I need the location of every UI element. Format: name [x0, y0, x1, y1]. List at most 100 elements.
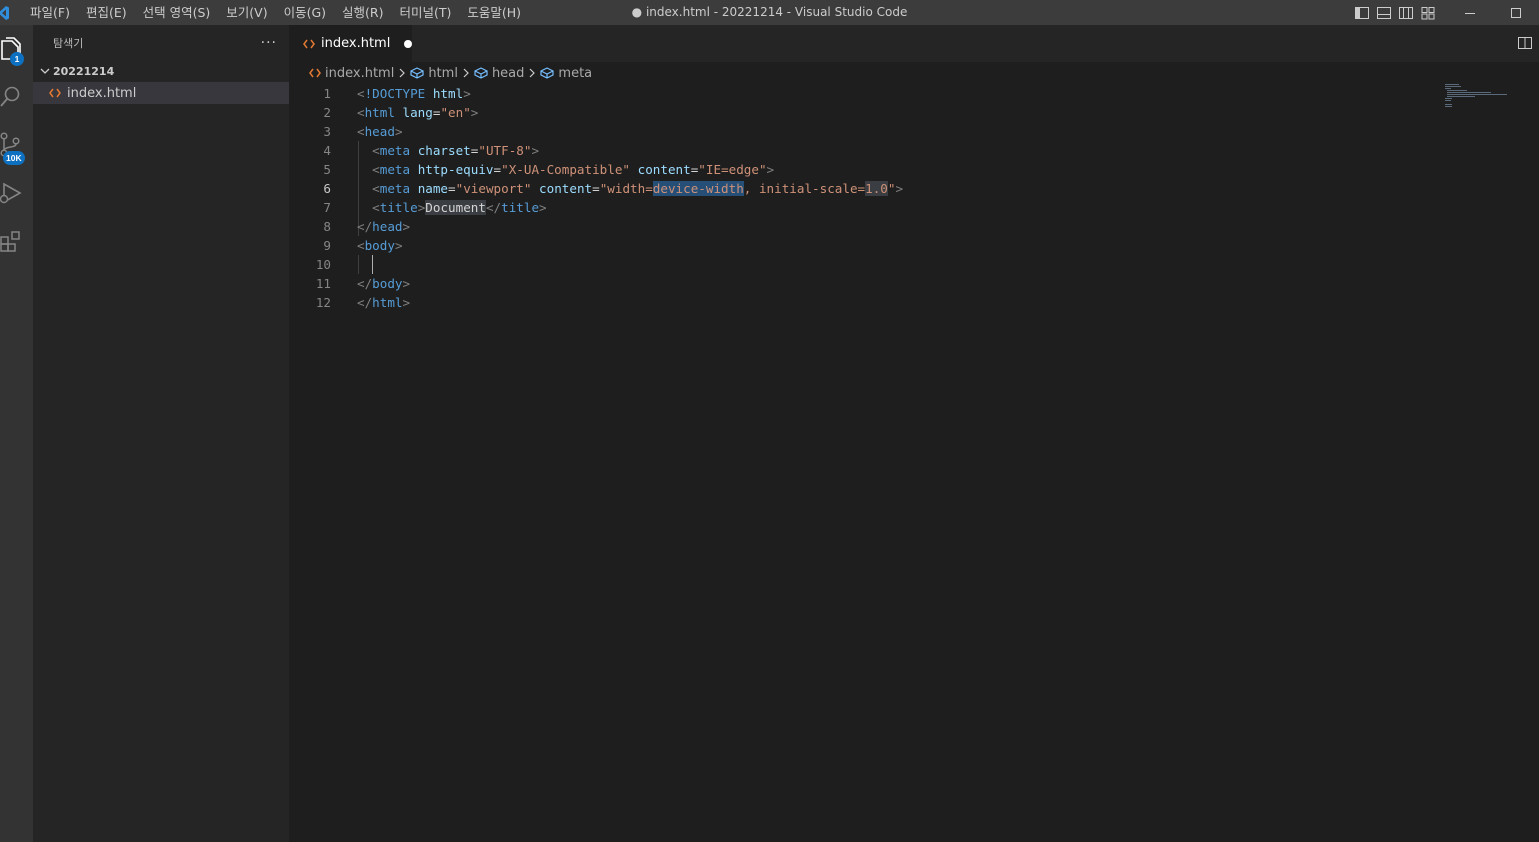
breadcrumb-label: meta — [558, 65, 593, 81]
code-text: <html lang="en"> — [357, 105, 479, 120]
vscode-logo-icon — [0, 5, 12, 21]
code-line[interactable]: 11 </body> — [289, 274, 1429, 293]
minimap[interactable] — [1445, 84, 1525, 124]
maximize-icon[interactable] — [1493, 0, 1539, 25]
sidebar-header: 탐색기 ··· — [33, 25, 289, 60]
breadcrumb-label: head — [491, 65, 525, 81]
symbol-element-icon — [474, 67, 488, 79]
run-debug-icon — [0, 182, 22, 204]
code-text: </html> — [357, 295, 411, 310]
line-number: 2 — [323, 105, 331, 120]
line-number: 4 — [323, 143, 331, 158]
search-icon — [0, 86, 20, 107]
code-line[interactable]: 8 </head> — [289, 217, 1429, 236]
folder-label: 20221214 — [53, 64, 115, 78]
code-line[interactable]: 10 — [289, 255, 1429, 274]
html-file-icon — [49, 88, 67, 98]
code-text: <!DOCTYPE html> — [357, 86, 471, 101]
activity-run-debug[interactable] — [0, 169, 33, 217]
minimize-icon[interactable] — [1447, 0, 1493, 25]
line-number: 12 — [315, 295, 331, 310]
code-text: <meta charset="UTF-8"> — [372, 143, 540, 158]
breadcrumb-file[interactable]: index.html — [309, 66, 394, 81]
code-line[interactable]: 4 <meta charset="UTF-8"> — [289, 141, 1429, 160]
code-editor[interactable]: 1 <!DOCTYPE html> 2 <html lang="en"> 3 <head>… — [289, 84, 1539, 842]
symbol-element-icon — [410, 67, 424, 79]
text-cursor — [372, 255, 373, 274]
code-line[interactable]: 1 <!DOCTYPE html> — [289, 84, 1429, 103]
file-item-index-html[interactable]: index.html — [33, 82, 289, 104]
breadcrumb-meta[interactable]: meta — [540, 66, 592, 81]
toggle-secondary-sidebar-icon[interactable] — [1395, 0, 1417, 25]
title-bar: 파일(F) 편집(E) 선택 영역(S) 보기(V) 이동(G) 실행(R) 터… — [0, 0, 1539, 25]
explorer-sidebar: 탐색기 ··· 20221214 index.html — [33, 25, 289, 842]
code-line[interactable]: 7 <title>Document</title> — [289, 198, 1429, 217]
code-text: </body> — [357, 276, 411, 291]
code-line[interactable]: 2 <html lang="en"> — [289, 103, 1429, 122]
line-number: 11 — [315, 276, 331, 291]
breadcrumb-head[interactable]: head — [474, 66, 524, 81]
symbol-element-icon — [540, 67, 555, 79]
menu-run[interactable]: 실행(R) — [334, 0, 391, 25]
breadcrumb-label: html — [428, 65, 458, 81]
code-line[interactable]: 5 <meta http-equiv="X-UA-Compatible" con… — [289, 160, 1429, 179]
activity-source-control[interactable]: 10K — [0, 121, 33, 169]
title-controls — [1351, 0, 1539, 25]
explorer-badge: 1 — [10, 52, 24, 66]
extensions-icon — [0, 231, 20, 252]
line-number: 5 — [323, 162, 331, 177]
menu-go[interactable]: 이동(G) — [276, 0, 334, 25]
workspace-folder[interactable]: 20221214 — [33, 60, 289, 82]
html-file-icon — [303, 39, 315, 49]
html-file-icon — [309, 68, 321, 78]
code-line[interactable]: 6 <meta name="viewport" content="width=d… — [289, 179, 1429, 198]
code-line[interactable]: 12 </html> — [289, 293, 1429, 312]
chevron-right-icon — [462, 68, 470, 78]
breadcrumb-html[interactable]: html — [410, 66, 458, 81]
line-number: 10 — [315, 257, 331, 272]
line-number: 1 — [323, 86, 331, 101]
tab-label: index.html — [321, 36, 391, 51]
activity-bar: 1 10K — [0, 25, 33, 842]
chevron-right-icon — [398, 68, 406, 78]
sidebar-title: 탐색기 — [53, 36, 84, 50]
code-text: <meta http-equiv="X-UA-Compatible" conte… — [372, 162, 775, 177]
code-line[interactable]: 9 <body> — [289, 236, 1429, 255]
code-text: </head> — [357, 219, 411, 234]
code-line[interactable]: 3 <head> — [289, 122, 1429, 141]
line-number: 3 — [323, 124, 331, 139]
split-editor-icon[interactable] — [1517, 35, 1533, 51]
more-actions-button[interactable]: ··· — [261, 35, 277, 51]
chevron-right-icon — [528, 68, 536, 78]
code-text: <meta name="viewport" content="width=dev… — [372, 181, 904, 196]
menu-view[interactable]: 보기(V) — [218, 0, 275, 25]
line-number: 9 — [323, 238, 331, 253]
menu-selection[interactable]: 선택 영역(S) — [135, 0, 219, 25]
tab-bar: index.html — [289, 25, 1539, 62]
activity-extensions[interactable] — [0, 217, 33, 265]
menu-edit[interactable]: 편집(E) — [78, 0, 135, 25]
file-label: index.html — [67, 85, 137, 101]
activity-explorer[interactable]: 1 — [0, 25, 33, 73]
unsaved-dot-icon[interactable] — [404, 39, 412, 48]
menu-file[interactable]: 파일(F) — [22, 0, 78, 25]
toggle-panel-icon[interactable] — [1373, 0, 1395, 25]
menu-bar: 파일(F) 편집(E) 선택 영역(S) 보기(V) 이동(G) 실행(R) 터… — [22, 0, 529, 25]
line-number: 8 — [323, 219, 331, 234]
breadcrumb-label: index.html — [325, 65, 395, 81]
scm-badge: 10K — [3, 151, 25, 165]
editor-group: index.html index.html html head meta 1 <… — [289, 25, 1539, 842]
activity-search[interactable] — [0, 73, 33, 121]
code-text: <body> — [357, 238, 403, 253]
chevron-down-icon — [37, 63, 53, 79]
code-text: <head> — [357, 124, 403, 139]
line-number: 6 — [323, 181, 331, 196]
toggle-primary-sidebar-icon[interactable] — [1351, 0, 1373, 25]
menu-terminal[interactable]: 터미널(T) — [392, 0, 460, 25]
customize-layout-icon[interactable] — [1417, 0, 1439, 25]
breadcrumb: index.html html head meta — [289, 62, 1539, 84]
code-text: <title>Document</title> — [372, 200, 547, 215]
menu-help[interactable]: 도움말(H) — [459, 0, 529, 25]
tab-index-html[interactable]: index.html — [289, 25, 412, 62]
